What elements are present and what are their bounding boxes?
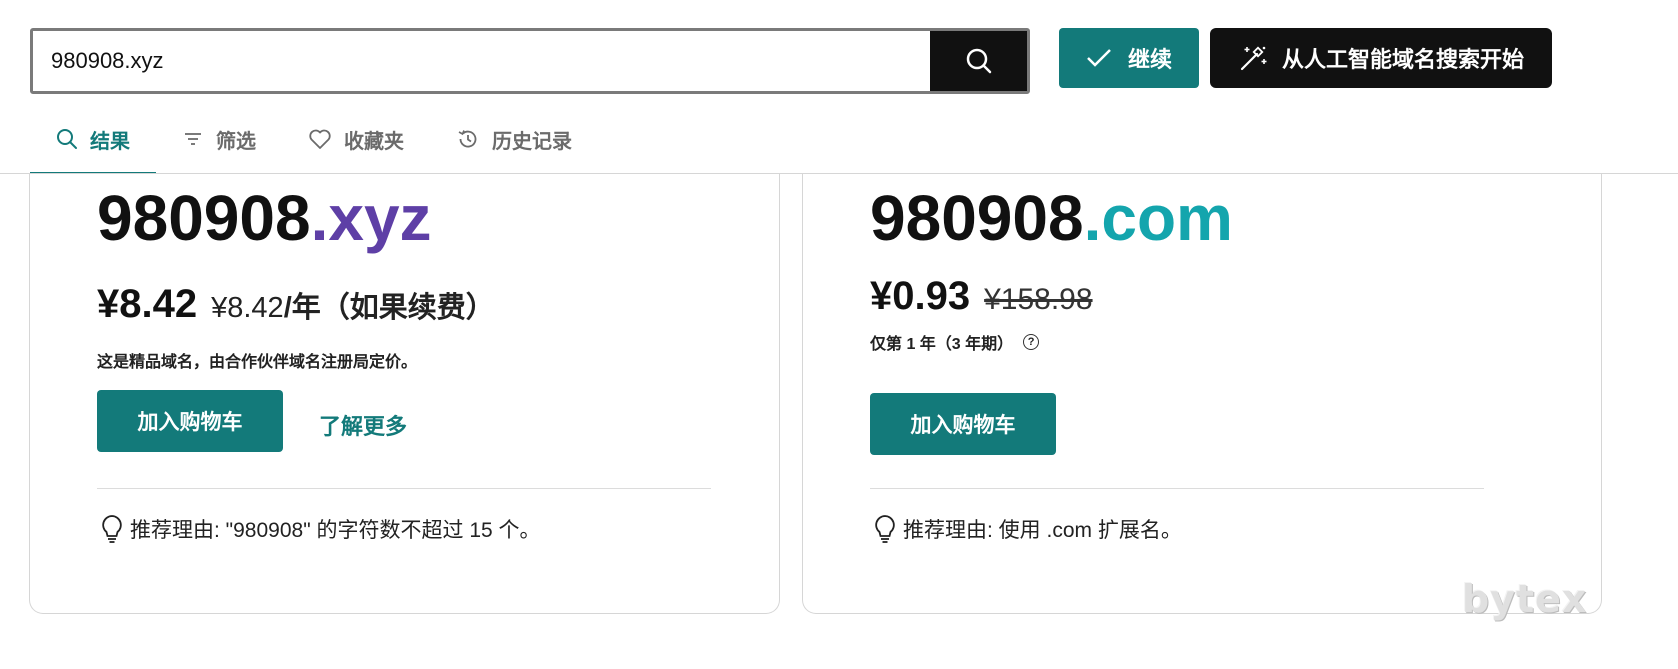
recommendation-reason: 推荐理由: 使用 .com 扩展名。 [873, 514, 1182, 544]
tab-label: 收藏夹 [344, 130, 404, 153]
continue-button[interactable]: 继续 [1059, 28, 1199, 88]
domain-search-box [30, 28, 1030, 94]
tab-history[interactable]: 历史记录 [430, 106, 598, 172]
tab-filter[interactable]: 筛选 [156, 106, 282, 172]
card-divider [870, 488, 1484, 489]
heart-icon [309, 129, 331, 149]
reason-text: 推荐理由: 使用 .com 扩展名。 [903, 519, 1182, 542]
add-to-cart-button[interactable]: 加入购物车 [97, 390, 283, 452]
ai-search-label: 从人工智能域名搜索开始 [1281, 47, 1524, 72]
continue-label: 继续 [1127, 47, 1172, 72]
learn-more-link[interactable]: 了解更多 [319, 409, 407, 441]
search-button[interactable] [930, 31, 1027, 91]
price-term-note: 仅第 1 年（3 年期） ? [870, 330, 1040, 354]
lightbulb-icon [102, 515, 122, 543]
magic-wand-icon [1240, 46, 1267, 71]
search-input[interactable] [33, 31, 930, 91]
price: ¥8.42 [97, 282, 198, 326]
price-row: ¥0.93 ¥158.98 [870, 274, 1093, 319]
search-icon [57, 129, 77, 149]
domain-base: 980908 [870, 182, 1084, 254]
domain-card-xyz: 980908.xyz ¥8.42 ¥8.42/年（如果续费） 这是精品域名，由合… [29, 174, 780, 614]
domain-tld: .com [1083, 182, 1233, 254]
domain-tld: .xyz [310, 182, 432, 254]
domain-name: 980908.com [870, 186, 1233, 250]
domain-name: 980908.xyz [97, 186, 432, 250]
card-divider [97, 488, 711, 489]
term-text: 仅第 1 年（3 年期） [870, 336, 1014, 353]
tab-favorites[interactable]: 收藏夹 [282, 106, 430, 172]
filter-icon [185, 133, 201, 145]
results-tabs: 结果 筛选 收藏夹 历史记录 [30, 106, 598, 174]
ai-domain-search-button[interactable]: 从人工智能域名搜索开始 [1210, 28, 1552, 88]
tab-label: 筛选 [216, 130, 256, 153]
checkmark-icon [1087, 49, 1111, 67]
tab-results[interactable]: 结果 [30, 106, 156, 174]
price-row: ¥8.42 ¥8.42/年（如果续费） [97, 282, 495, 327]
add-to-cart-button[interactable]: 加入购物车 [870, 393, 1056, 455]
renewal-price: ¥8.42/年（如果续费） [211, 284, 495, 326]
domain-card-com: 980908.com ¥0.93 ¥158.98 仅第 1 年（3 年期） ? … [802, 174, 1602, 614]
original-price: ¥158.98 [984, 283, 1093, 316]
reason-text: 推荐理由: "980908" 的字符数不超过 15 个。 [130, 519, 541, 542]
watermark: bytex [1462, 577, 1588, 621]
domain-base: 980908 [97, 182, 311, 254]
renewal-suffix: /年（如果续费） [283, 292, 495, 324]
history-icon [458, 130, 477, 148]
help-icon[interactable]: ? [1023, 334, 1040, 350]
tab-label: 结果 [90, 130, 130, 153]
premium-note: 这是精品域名，由合作伙伴域名注册局定价。 [97, 354, 418, 371]
renewal-price-value: ¥8.42 [211, 292, 284, 324]
tab-label: 历史记录 [492, 130, 572, 153]
search-icon [966, 48, 991, 74]
recommendation-reason: 推荐理由: "980908" 的字符数不超过 15 个。 [100, 514, 541, 544]
sale-price: ¥0.93 [870, 274, 971, 318]
lightbulb-icon [875, 515, 895, 543]
